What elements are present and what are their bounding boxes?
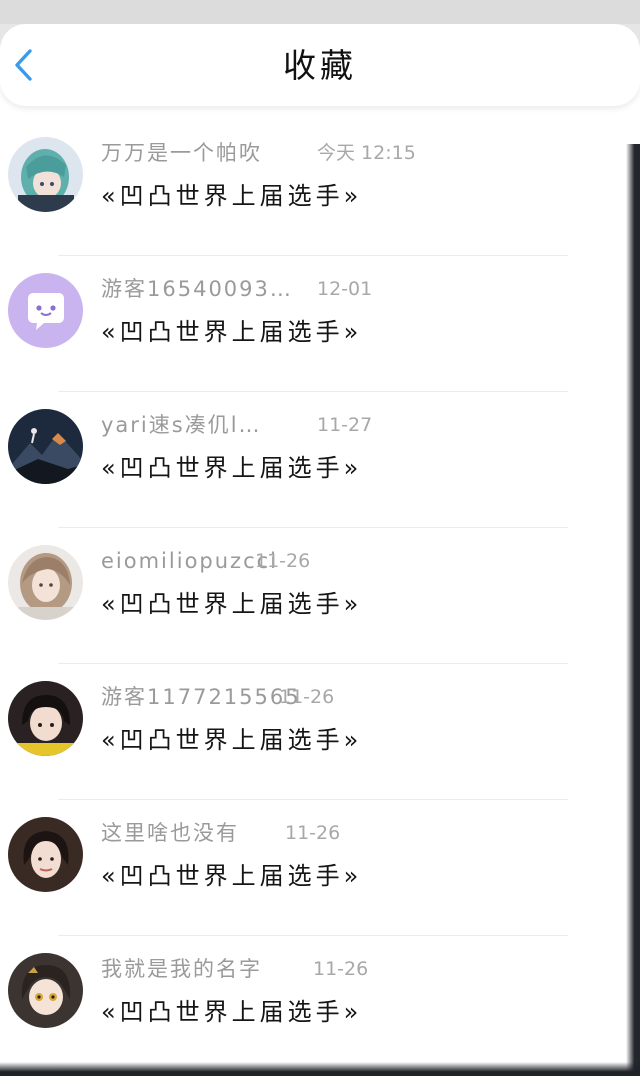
list-item[interactable]: yari速s凑仉l… 11-27 «凹凸世界上届选手»: [0, 392, 640, 528]
username[interactable]: eiomiliopuzcci: [101, 545, 278, 577]
list-item[interactable]: 游客16540093… 12-01 «凹凸世界上届选手»: [0, 256, 640, 392]
favorites-list: 万万是一个帕吹 今天 12:15 «凹凸世界上届选手» 游客16540093… …: [0, 120, 640, 1072]
status-bar-strip: [0, 0, 640, 24]
username[interactable]: 这里啥也没有: [101, 817, 239, 849]
username[interactable]: 我就是我的名字: [101, 953, 262, 985]
timestamp: 11-26: [285, 822, 341, 844]
list-item[interactable]: eiomiliopuzcci 11-26 «凹凸世界上届选手»: [0, 528, 640, 664]
list-item[interactable]: 万万是一个帕吹 今天 12:15 «凹凸世界上届选手»: [0, 120, 640, 256]
favorites-page: 收藏 万万是一个帕吹 今天 12:15 «凹凸世界上届选手» 游客1654009…: [0, 24, 640, 1076]
item-meta: yari速s凑仉l… 11-27: [101, 409, 372, 441]
timestamp: 今天 12:15: [317, 142, 416, 164]
timestamp: 11-26: [313, 958, 369, 980]
girl-wavy-hair-avatar-icon: [8, 545, 83, 620]
username[interactable]: 游客1177215565: [101, 681, 301, 713]
list-item[interactable]: 我就是我的名字 11-26 «凹凸世界上届选手»: [0, 936, 640, 1072]
girl-bangs-avatar-icon: [8, 681, 83, 756]
list-item[interactable]: 游客1177215565 11-26 «凹凸世界上届选手»: [0, 664, 640, 800]
avatar[interactable]: [8, 409, 83, 484]
page-title: 收藏: [283, 46, 357, 85]
favorite-title[interactable]: «凹凸世界上届选手»: [101, 312, 362, 352]
favorite-title[interactable]: «凹凸世界上届选手»: [101, 720, 362, 760]
item-meta: 我就是我的名字 11-26: [101, 953, 368, 985]
avatar[interactable]: [8, 273, 83, 348]
avatar[interactable]: [8, 545, 83, 620]
favorite-title[interactable]: «凹凸世界上届选手»: [101, 448, 362, 488]
username[interactable]: 万万是一个帕吹: [101, 137, 262, 169]
favorite-title[interactable]: «凹凸世界上届选手»: [101, 856, 362, 896]
avatar[interactable]: [8, 681, 83, 756]
item-meta: 这里啥也没有 11-26: [101, 817, 340, 849]
item-meta: 游客16540093… 12-01: [101, 273, 372, 305]
anime-teal-hair-avatar-icon: [8, 137, 83, 212]
timestamp: 11-27: [317, 414, 373, 436]
timestamp: 12-01: [317, 278, 373, 300]
default-chat-bubble-avatar-icon: [8, 273, 83, 348]
header-bar: 收藏: [0, 24, 640, 106]
item-meta: 万万是一个帕吹 今天 12:15: [101, 137, 416, 169]
list-item[interactable]: 这里啥也没有 11-26 «凹凸世界上届选手»: [0, 800, 640, 936]
divider: [58, 1071, 568, 1072]
anime-gold-eyes-avatar-icon: [8, 953, 83, 1028]
avatar[interactable]: [8, 137, 83, 212]
girl-portrait-avatar-icon: [8, 817, 83, 892]
favorite-title[interactable]: «凹凸世界上届选手»: [101, 176, 362, 216]
item-meta: eiomiliopuzcci 11-26: [101, 545, 310, 577]
username[interactable]: 游客16540093…: [101, 273, 293, 305]
username[interactable]: yari速s凑仉l…: [101, 409, 262, 441]
avatar[interactable]: [8, 817, 83, 892]
item-meta: 游客1177215565 11-26: [101, 681, 334, 713]
timestamp: 11-26: [279, 686, 335, 708]
favorite-title[interactable]: «凹凸世界上届选手»: [101, 992, 362, 1032]
timestamp: 11-26: [255, 550, 311, 572]
avatar[interactable]: [8, 953, 83, 1028]
climber-mountain-avatar-icon: [8, 409, 83, 484]
favorite-title[interactable]: «凹凸世界上届选手»: [101, 584, 362, 624]
